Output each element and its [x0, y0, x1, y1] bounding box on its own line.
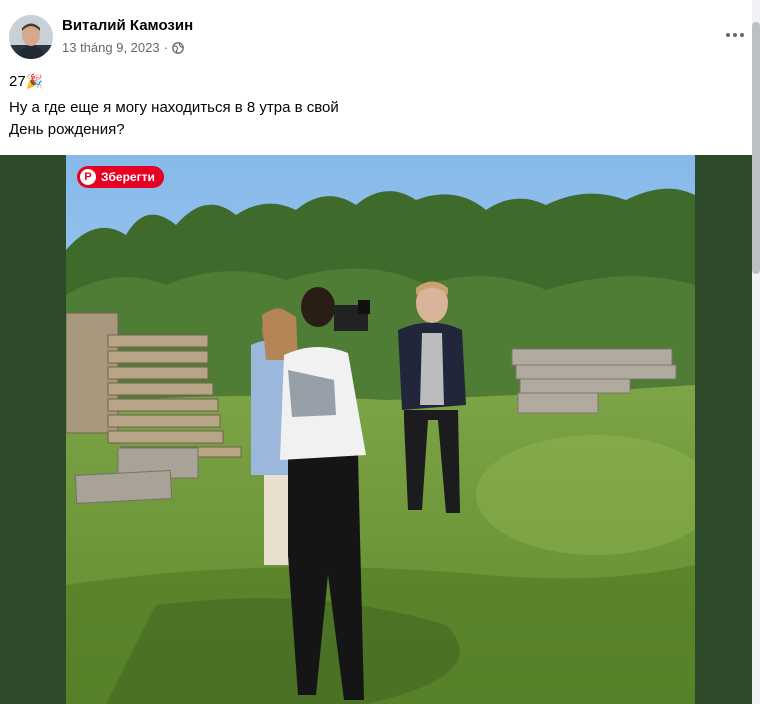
scrollbar[interactable]	[752, 0, 760, 704]
feed-post: Виталий Камозин 13 tháng 9, 2023 · 27🎉 Н…	[0, 0, 753, 704]
post-text-number: 27	[9, 73, 26, 90]
party-popper-icon: 🎉	[25, 73, 44, 89]
avatar-image	[9, 15, 53, 59]
post-header: Виталий Камозин 13 tháng 9, 2023 ·	[0, 0, 752, 66]
post-text-line-3: День рождения?	[9, 121, 125, 138]
pinterest-save-button[interactable]: P Зберегти	[77, 166, 164, 188]
author-avatar[interactable]	[9, 15, 53, 59]
more-options-icon[interactable]	[722, 22, 748, 48]
author-name[interactable]: Виталий Камозин	[62, 17, 193, 34]
post-date[interactable]: 13 tháng 9, 2023	[62, 40, 160, 55]
post-photo[interactable]	[66, 155, 695, 704]
scrollbar-thumb[interactable]	[752, 22, 760, 274]
pinterest-icon: P	[80, 169, 96, 185]
post-media[interactable]	[0, 155, 752, 704]
pinterest-save-label: Зберегти	[101, 170, 155, 184]
post-text-line-2: Ну а где еще я могу находиться в 8 утра …	[9, 99, 339, 116]
post-meta: 13 tháng 9, 2023 ·	[62, 40, 184, 55]
photo-scene	[66, 155, 695, 704]
globe-icon[interactable]	[172, 41, 184, 54]
post-text-line-1: 27🎉	[9, 70, 709, 93]
meta-separator: ·	[163, 40, 168, 55]
post-text: 27🎉 Ну а где еще я могу находиться в 8 у…	[9, 70, 709, 141]
